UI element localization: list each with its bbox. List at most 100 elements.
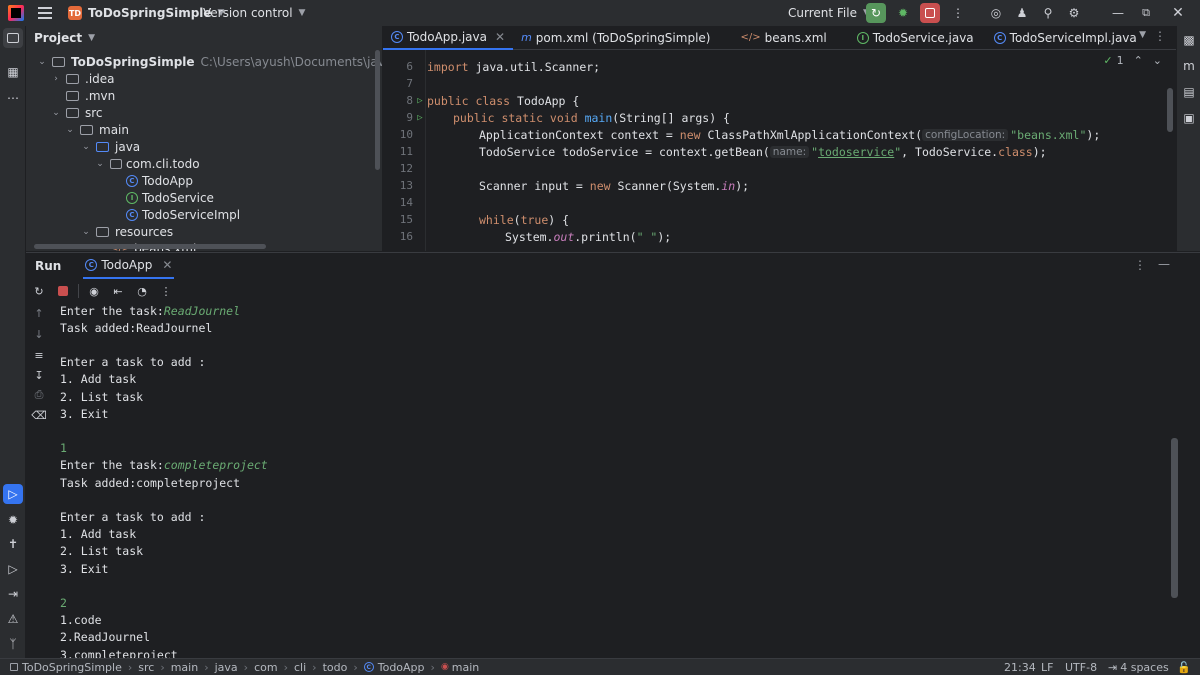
more-tools-icon[interactable]: ⋯	[3, 88, 23, 108]
breadcrumb-item[interactable]: main	[171, 661, 198, 674]
version-control-menu[interactable]: Version control ▼	[203, 0, 305, 26]
project-switcher[interactable]: TD ToDoSpringSimple ▼	[68, 0, 224, 26]
maven-icon[interactable]: m	[1179, 56, 1199, 76]
profiler-icon[interactable]: ◔	[133, 282, 151, 300]
horizontal-scrollbar[interactable]	[34, 244, 266, 249]
problems-tool-icon[interactable]: ⚠	[3, 609, 23, 629]
console-user-input: completeproject	[163, 458, 268, 473]
console-text: 2.ReadJournel	[60, 630, 151, 645]
close-tab-icon[interactable]: ✕	[162, 258, 172, 272]
breadcrumb-item[interactable]: com	[254, 661, 278, 674]
rerun-button[interactable]: ↻	[866, 3, 886, 23]
tree-item-todoapp[interactable]: C TodoApp	[126, 172, 193, 189]
search-icon[interactable]: ⚲	[1038, 3, 1058, 23]
clear-console-icon[interactable]: ⌫	[31, 407, 47, 423]
file-encoding[interactable]: UTF-8	[1065, 661, 1097, 674]
main-menu-icon[interactable]	[37, 5, 53, 21]
run-tool-icon[interactable]: ▷	[3, 484, 23, 504]
ai-chat-icon[interactable]: ▣	[1179, 108, 1199, 128]
close-window-icon[interactable]: ✕	[1168, 3, 1188, 23]
print-icon[interactable]: ⎙	[31, 387, 47, 403]
notifications-icon[interactable]: ▩	[1179, 30, 1199, 50]
vertical-scrollbar[interactable]	[375, 50, 380, 170]
structure-tool-icon[interactable]: ▦	[3, 62, 23, 82]
tab-todoservice[interactable]: I TodoService.java	[849, 26, 982, 50]
breadcrumb-item[interactable]: todo	[323, 661, 348, 674]
git-tool-icon[interactable]: ᛉ	[3, 634, 23, 654]
project-name: ToDoSpringSimple	[88, 6, 212, 20]
soft-wrap-icon[interactable]: ≡	[31, 347, 47, 363]
settings-gear-icon[interactable]: ⚙	[1064, 3, 1084, 23]
vcs-lock-icon[interactable]: 🔓	[1177, 661, 1191, 674]
editor-scrollbar[interactable]	[1167, 88, 1173, 132]
restore-window-icon[interactable]: ⧉	[1136, 3, 1156, 23]
close-tab-icon[interactable]: ✕	[495, 30, 505, 44]
project-tool-icon[interactable]	[3, 28, 23, 48]
tab-todoserviceimpl[interactable]: C TodoServiceImpl.java	[986, 26, 1145, 50]
tree-item-mvn[interactable]: .mvn	[50, 87, 115, 104]
ai-assistant-icon[interactable]: ◎	[986, 3, 1006, 23]
stop-button[interactable]	[920, 3, 940, 23]
console-line: 3. Exit	[60, 560, 108, 577]
code-token: (	[513, 212, 521, 227]
chevron-down-icon[interactable]: ⌄	[1153, 54, 1162, 67]
terminal-tool-icon[interactable]: ⇥	[3, 584, 23, 604]
tree-item-src[interactable]: ⌄ src	[50, 104, 102, 121]
database-icon[interactable]: ▤	[1179, 82, 1199, 102]
tab-list-chevron-icon[interactable]: ▼	[1139, 30, 1146, 40]
stop-icon[interactable]	[54, 282, 72, 300]
scroll-to-end-icon[interactable]: ↧	[31, 367, 47, 383]
tree-item-resources[interactable]: ⌄ resources	[80, 223, 173, 240]
tree-item-java[interactable]: ⌄ java	[80, 138, 140, 155]
tab-pom[interactable]: m pom.xml (ToDoSpringSimple)	[513, 26, 718, 50]
xml-file-icon: </>	[740, 32, 761, 43]
tree-item-idea[interactable]: › .idea	[50, 70, 114, 87]
add-user-icon[interactable]: ♟	[1012, 3, 1032, 23]
camera-icon[interactable]: ◉	[85, 282, 103, 300]
tab-beans[interactable]: </> beans.xml	[732, 26, 834, 50]
indent-widget[interactable]: ⇥ 4 spaces	[1108, 661, 1169, 674]
tab-more-icon[interactable]: ⋮	[1154, 29, 1166, 43]
status-bar: ToDoSpringSimple › src › main › java › com › …	[0, 658, 1200, 675]
tab-todoapp[interactable]: C TodoApp.java ✕	[383, 26, 514, 50]
tree-item-todoservice[interactable]: I TodoService	[126, 189, 214, 206]
inspection-count: 1	[1116, 54, 1124, 67]
package-icon	[110, 158, 122, 169]
tab-run-todoapp[interactable]: C TodoApp ✕	[83, 253, 175, 279]
more-icon[interactable]: ⋮	[157, 282, 175, 300]
run-config-selector[interactable]: Current File ▼	[788, 0, 870, 26]
rerun-icon[interactable]: ↻	[30, 282, 48, 300]
console-scrollbar[interactable]	[1171, 438, 1178, 598]
build-tool-icon[interactable]: ✝	[3, 534, 23, 554]
tree-item-package[interactable]: ⌄ com.cli.todo	[94, 155, 199, 172]
minimize-window-icon[interactable]: —	[1108, 3, 1128, 23]
tree-item-main[interactable]: ⌄ main	[64, 121, 129, 138]
class-icon: C	[85, 259, 98, 271]
line-separator[interactable]: LF	[1041, 661, 1053, 674]
debug-tool-icon[interactable]: ✹	[3, 510, 23, 530]
services-tool-icon[interactable]: ▷	[3, 559, 23, 579]
breadcrumb-item[interactable]: src	[138, 661, 154, 674]
method-icon: ◉	[440, 662, 449, 672]
caret-position[interactable]: 21:34	[1004, 661, 1036, 674]
tree-item-todoserviceimpl[interactable]: C TodoServiceImpl	[126, 206, 240, 223]
run-options-icon[interactable]: ⋮	[1134, 258, 1146, 272]
scroll-down-icon[interactable]: ↓	[31, 326, 47, 342]
breadcrumb-item[interactable]: java	[215, 661, 238, 674]
code-line: 10 ApplicationContext context = new Clas…	[383, 126, 1101, 143]
exit-icon[interactable]: ⇤	[109, 282, 127, 300]
debug-button[interactable]: ✹	[893, 3, 913, 23]
tree-item-root[interactable]: ⌄ ToDoSpringSimple C:\Users\ayush\Docume…	[36, 53, 382, 70]
breadcrumb-item[interactable]: TodoApp	[378, 661, 425, 674]
line-number: 15	[399, 213, 413, 226]
hide-panel-icon[interactable]: —	[1158, 257, 1170, 271]
more-actions-icon[interactable]: ⋮	[948, 3, 968, 23]
scroll-up-icon[interactable]: ↑	[31, 305, 47, 321]
bean-reference[interactable]: todoservice	[818, 145, 894, 159]
project-header[interactable]: Project ▼	[26, 26, 382, 50]
breadcrumb-item[interactable]: main	[452, 661, 479, 674]
breadcrumb-item[interactable]: cli	[294, 661, 306, 674]
breadcrumb-item[interactable]: ToDoSpringSimple	[22, 661, 122, 674]
chevron-up-icon[interactable]: ⌃	[1134, 54, 1143, 67]
inspection-widget[interactable]: ✓ 1 ⌃ ⌄	[1103, 54, 1162, 67]
